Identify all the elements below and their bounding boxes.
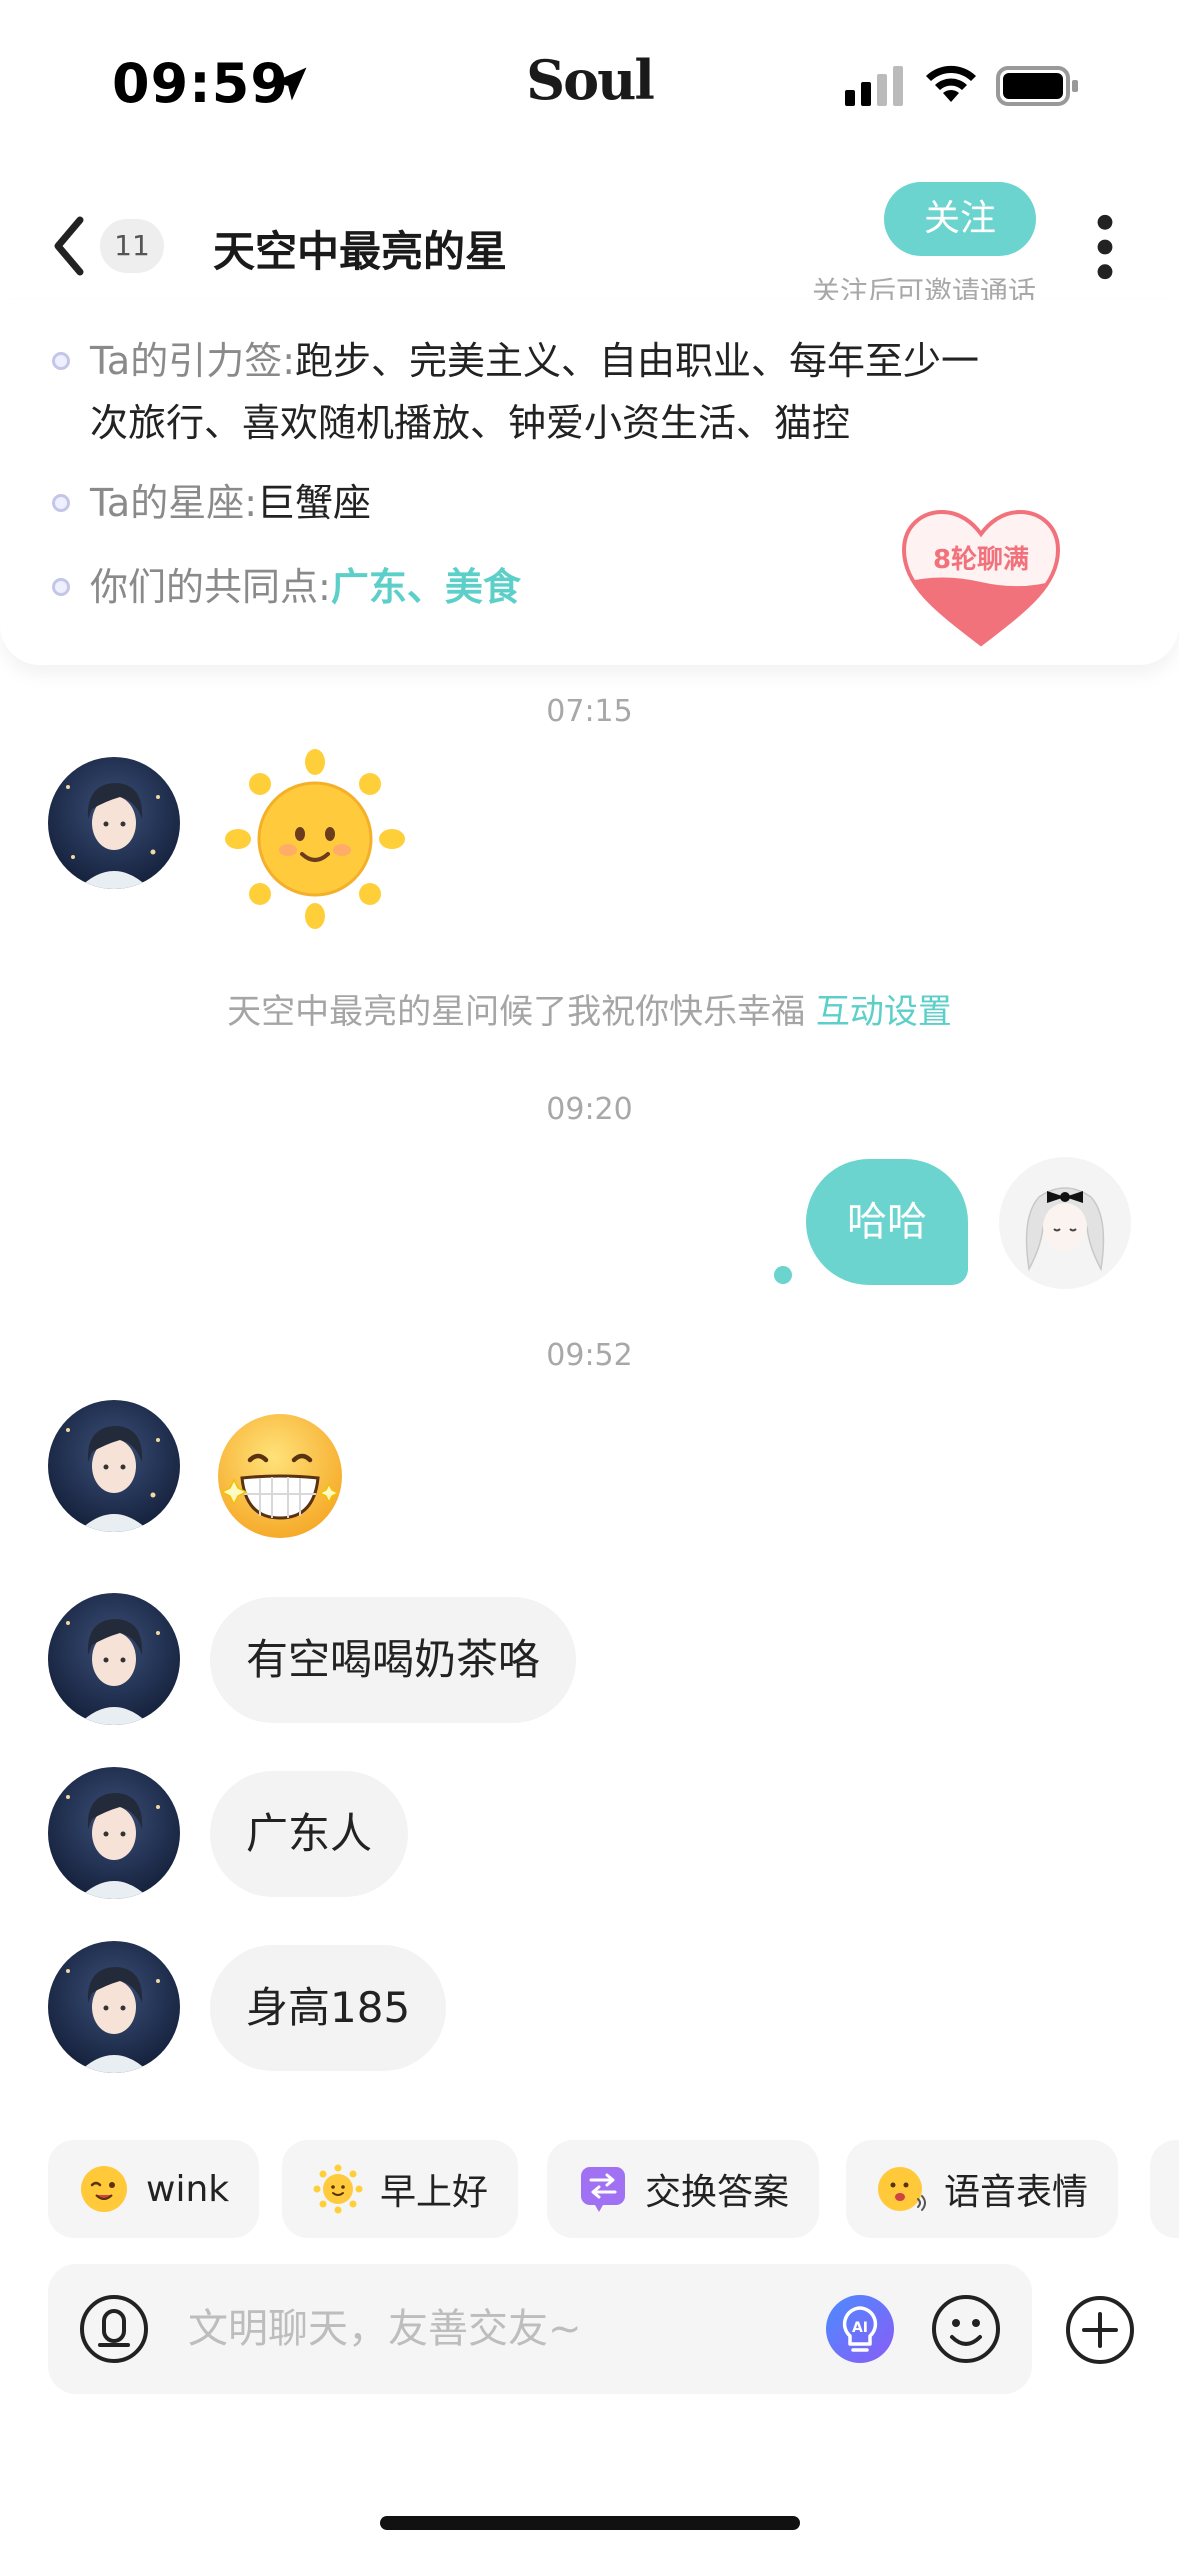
common-value: 广东、美食 (330, 565, 521, 609)
contact-avatar[interactable] (48, 1767, 180, 1899)
quick-reply-voice-emoji[interactable]: 语音表情 (846, 2140, 1119, 2238)
exchange-icon (581, 2167, 625, 2212)
signal-icon (845, 66, 903, 106)
message-input-bar: AI (48, 2264, 1032, 2394)
timestamp: 09:52 (546, 1338, 633, 1373)
svg-text:AI: AI (852, 2320, 868, 2336)
quick-reply-exchange-answers[interactable]: 交换答案 (547, 2140, 820, 2238)
voice-emoji-icon (878, 2167, 926, 2211)
ai-assistant-icon[interactable]: AI (824, 2293, 896, 2365)
heart-badge-label: 8轮聊满 (933, 545, 1029, 575)
chat-title: 天空中最亮的星 (213, 227, 508, 276)
unread-dot (774, 1266, 792, 1284)
contact-avatar[interactable] (48, 1593, 180, 1725)
my-avatar[interactable] (999, 1157, 1131, 1289)
unread-count-badge[interactable]: 11 (100, 219, 164, 273)
sun-emoji-sticker[interactable] (222, 746, 408, 932)
timestamp: 09:20 (546, 1092, 633, 1127)
battery-icon (996, 66, 1078, 106)
zodiac-value: 巨蟹座 (257, 481, 372, 525)
bullet-icon (52, 578, 70, 596)
follow-button[interactable]: 关注 (884, 182, 1036, 256)
received-message-bubble[interactable]: 身高185 (210, 1945, 447, 2071)
common-label: 你们的共同点: (90, 565, 331, 609)
received-message-bubble[interactable]: 有空喝喝奶茶咯 (210, 1597, 577, 1723)
contact-avatar[interactable] (48, 1400, 180, 1532)
bullet-icon (52, 352, 70, 370)
greeting-system-message: 天空中最亮的星问候了我祝你快乐幸福 互动设置 (0, 984, 1179, 1033)
interaction-settings-link[interactable]: 互动设置 (816, 992, 952, 1032)
received-message-bubble[interactable]: 广东人 (210, 1771, 409, 1897)
quick-reply-label: 早上好 (380, 2172, 489, 2213)
timestamp: 07:15 (546, 694, 633, 729)
wifi-icon (926, 65, 976, 102)
wink-emoji-icon (81, 2166, 127, 2212)
voice-input-icon[interactable] (78, 2293, 150, 2365)
sent-message-bubble[interactable]: 哈哈 (806, 1159, 968, 1285)
more-options-icon[interactable] (1090, 212, 1120, 282)
back-button[interactable] (48, 214, 92, 278)
tags-line2: 次旅行、喜欢随机播放、钟爱小资生活、猫控 (90, 401, 851, 445)
quick-reply-wink[interactable]: wink (48, 2140, 260, 2238)
quick-reply-label: 交换答案 (645, 2172, 790, 2213)
status-bar: 09:59 Soul (0, 0, 1179, 170)
contact-avatar[interactable] (48, 757, 180, 889)
quick-reply-label: wink (146, 2168, 230, 2210)
message-input[interactable] (188, 2294, 838, 2364)
sun-icon (313, 2164, 363, 2214)
tags-line1: 跑步、完美主义、自由职业、每年至少一 (295, 339, 980, 383)
quick-reply-good-morning[interactable]: 早上好 (282, 2140, 519, 2238)
chat-rounds-heart-icon[interactable]: 8轮聊满 (898, 506, 1064, 650)
contact-avatar[interactable] (48, 1941, 180, 2073)
emoji-icon[interactable] (930, 2293, 1002, 2365)
plus-icon[interactable] (1064, 2294, 1136, 2366)
tags-label: Ta的引力签: (90, 339, 296, 383)
greeting-text: 天空中最亮的星问候了我祝你快乐幸福 (227, 992, 806, 1032)
grin-emoji-sticker[interactable] (214, 1410, 346, 1542)
quick-reply-label: 语音表情 (944, 2172, 1089, 2213)
bullet-icon (52, 494, 70, 512)
zodiac-label: Ta的星座: (90, 481, 258, 525)
quick-reply-more[interactable] (1150, 2140, 1179, 2238)
home-indicator[interactable] (380, 2516, 800, 2530)
